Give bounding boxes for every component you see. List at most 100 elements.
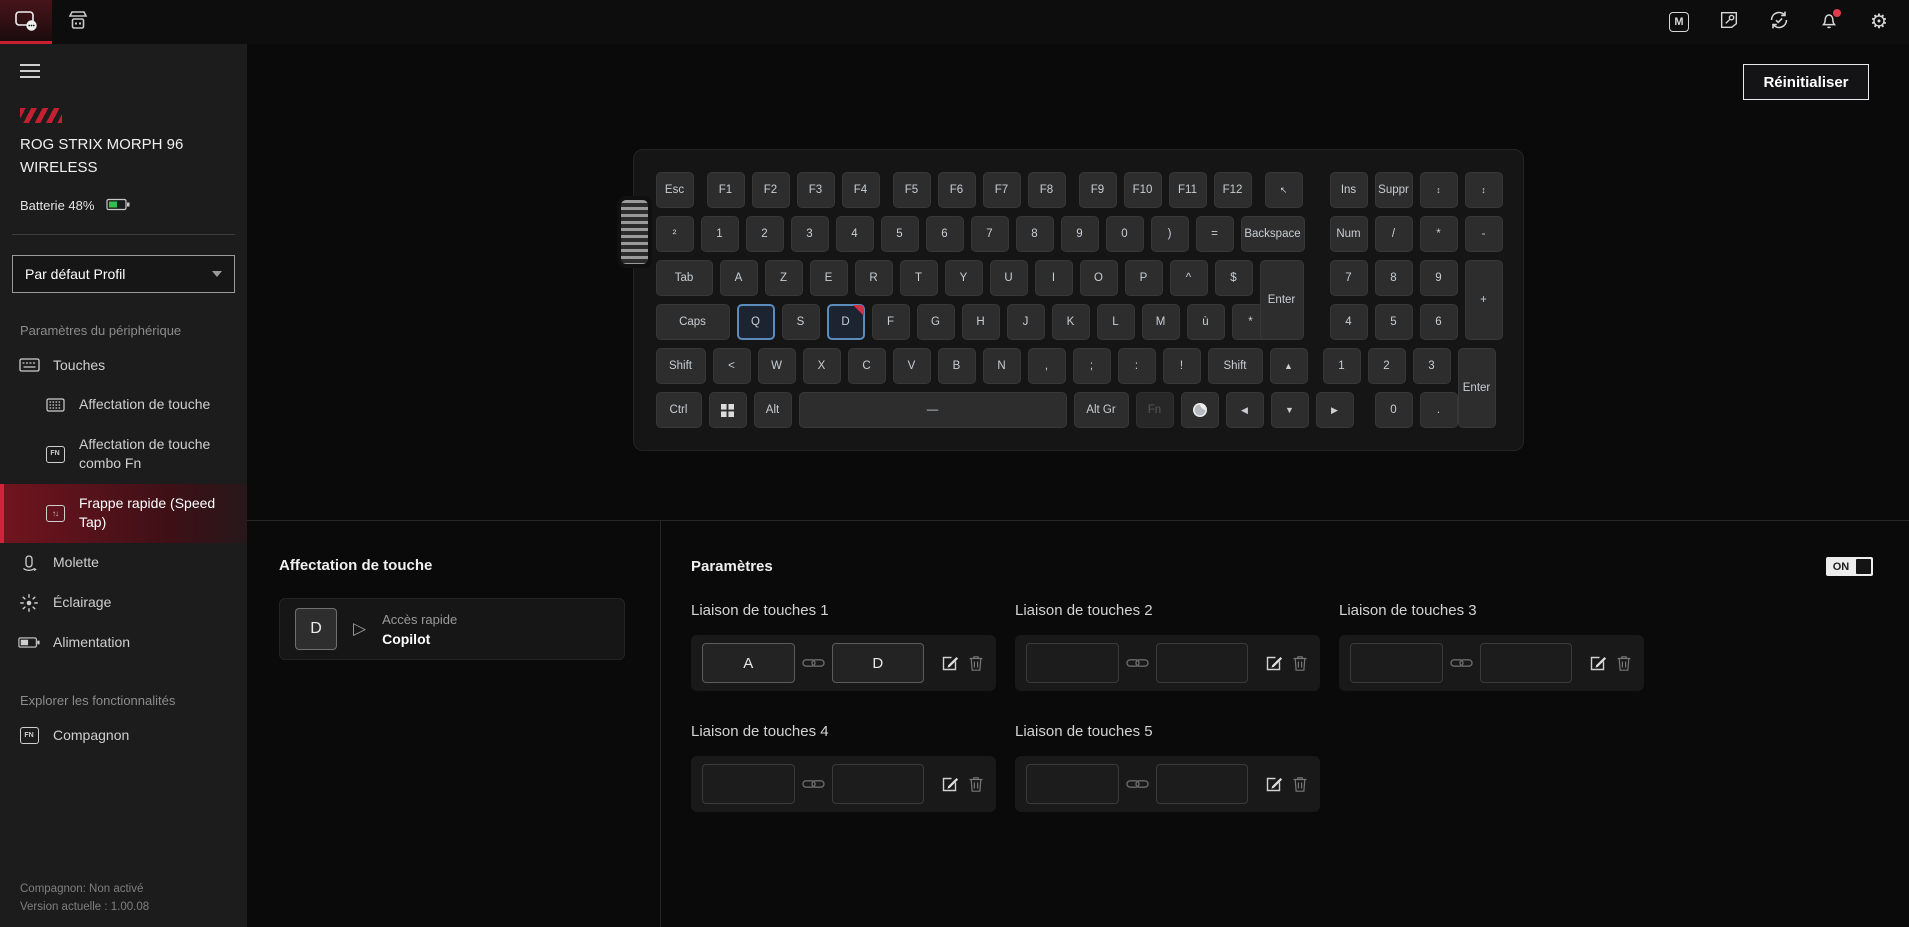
keyboard-key[interactable]: ù (1187, 304, 1225, 340)
key-5[interactable]: 5 (881, 216, 919, 252)
edit-icon[interactable] (1264, 653, 1284, 673)
key-8[interactable]: 8 (1375, 260, 1413, 296)
key-altgr[interactable]: Alt Gr (1074, 392, 1129, 428)
key-f2[interactable]: F2 (752, 172, 790, 208)
notifications-button[interactable] (1817, 10, 1841, 34)
sidebar-item-touches[interactable]: Touches (0, 346, 247, 386)
key-enter[interactable]: Enter (1260, 260, 1304, 340)
sidebar-item-molette[interactable]: Molette (0, 543, 247, 583)
tools-button[interactable] (1717, 10, 1741, 34)
key-h[interactable]: H (962, 304, 1000, 340)
key-7[interactable]: 7 (1330, 260, 1368, 296)
key-2[interactable]: 2 (1368, 348, 1406, 384)
key-8[interactable]: 8 (1016, 216, 1054, 252)
key-f1[interactable]: F1 (707, 172, 745, 208)
key-z[interactable]: Z (765, 260, 803, 296)
keyboard-key[interactable]: ! (1163, 348, 1201, 384)
binding-key-1[interactable] (1350, 643, 1443, 683)
keyboard-key[interactable]: ▼ (1271, 392, 1309, 428)
keyboard-key[interactable]: ▶ (1316, 392, 1354, 428)
keyboard-key[interactable]: ; (1073, 348, 1111, 384)
key-k[interactable]: K (1052, 304, 1090, 340)
keyboard-key[interactable]: ↕ (1465, 172, 1503, 208)
key-1[interactable]: 1 (1323, 348, 1361, 384)
key-s[interactable]: S (782, 304, 820, 340)
key-e[interactable]: E (810, 260, 848, 296)
key-4[interactable]: 4 (836, 216, 874, 252)
settings-button[interactable]: ⚙ (1867, 10, 1891, 34)
key-windows[interactable] (709, 392, 747, 428)
key-p[interactable]: P (1125, 260, 1163, 296)
key-0[interactable]: 0 (1106, 216, 1144, 252)
key-d[interactable]: D (827, 304, 865, 340)
delete-icon[interactable] (1291, 654, 1309, 672)
key-f9[interactable]: F9 (1079, 172, 1117, 208)
key-f5[interactable]: F5 (893, 172, 931, 208)
key-tab[interactable]: Tab (656, 260, 713, 296)
key-9[interactable]: 9 (1420, 260, 1458, 296)
key-0[interactable]: 0 (1375, 392, 1413, 428)
key-3[interactable]: 3 (791, 216, 829, 252)
delete-icon[interactable] (967, 775, 985, 793)
key-c[interactable]: C (848, 348, 886, 384)
volume-wheel[interactable] (621, 200, 648, 264)
key-m[interactable]: M (1142, 304, 1180, 340)
sidebar-item-affectation-combo-fn[interactable]: FN Affectation de touche combo Fn (0, 425, 247, 484)
key-f12[interactable]: F12 (1214, 172, 1252, 208)
key-g[interactable]: G (917, 304, 955, 340)
key-caps[interactable]: Caps (656, 304, 730, 340)
key-f7[interactable]: F7 (983, 172, 1021, 208)
key-f11[interactable]: F11 (1169, 172, 1207, 208)
binding-key-2[interactable] (832, 764, 925, 804)
keyboard-key[interactable]: . (1420, 392, 1458, 428)
keyboard-key[interactable]: , (1028, 348, 1066, 384)
keyboard-key[interactable]: ◀ (1226, 392, 1264, 428)
sidebar-item-frappe-rapide[interactable]: ↑↓ Frappe rapide (Speed Tap) (0, 484, 247, 543)
assigned-key[interactable]: D (295, 608, 337, 650)
edit-icon[interactable] (940, 653, 960, 673)
key-1[interactable]: 1 (701, 216, 739, 252)
key-5[interactable]: 5 (1375, 304, 1413, 340)
keyboard-key[interactable]: - (1465, 216, 1503, 252)
key-shift[interactable]: Shift (656, 348, 706, 384)
binding-key-1[interactable] (1026, 643, 1119, 683)
tab-keyboard-device[interactable] (0, 0, 52, 44)
hamburger-menu-icon[interactable] (20, 64, 40, 78)
key-alt[interactable]: Alt (754, 392, 792, 428)
key-o[interactable]: O (1080, 260, 1118, 296)
keyboard-key[interactable]: ^ (1170, 260, 1208, 296)
key-num[interactable]: Num (1330, 216, 1368, 252)
tab-add-device[interactable] (52, 0, 104, 44)
keyboard-key[interactable]: : (1118, 348, 1156, 384)
keyboard-key[interactable]: * (1420, 216, 1458, 252)
sidebar-item-compagnon[interactable]: FN Compagnon (0, 716, 247, 756)
key-fn[interactable]: Fn (1136, 392, 1174, 428)
key-f10[interactable]: F10 (1124, 172, 1162, 208)
binding-key-2[interactable] (1480, 643, 1573, 683)
key-shift[interactable]: Shift (1208, 348, 1263, 384)
keyboard-key[interactable]: = (1196, 216, 1234, 252)
keyboard-key[interactable]: ² (656, 216, 694, 252)
keyboard-key[interactable]: $ (1215, 260, 1253, 296)
key-f8[interactable]: F8 (1028, 172, 1066, 208)
delete-icon[interactable] (1615, 654, 1633, 672)
key-2[interactable]: 2 (746, 216, 784, 252)
aura-m-button[interactable]: M (1667, 10, 1691, 34)
keyboard-key[interactable]: / (1375, 216, 1413, 252)
edit-icon[interactable] (1588, 653, 1608, 673)
key-w[interactable]: W (758, 348, 796, 384)
key-u[interactable]: U (990, 260, 1028, 296)
sidebar-item-alimentation[interactable]: Alimentation (0, 623, 247, 663)
key-y[interactable]: Y (945, 260, 983, 296)
key-backspace[interactable]: Backspace (1241, 216, 1305, 252)
key-f[interactable]: F (872, 304, 910, 340)
key-3[interactable]: 3 (1413, 348, 1451, 384)
key-r[interactable]: R (855, 260, 893, 296)
key-b[interactable]: B (938, 348, 976, 384)
key-f6[interactable]: F6 (938, 172, 976, 208)
keyboard-key[interactable]: ) (1151, 216, 1189, 252)
delete-icon[interactable] (967, 654, 985, 672)
edit-icon[interactable] (940, 774, 960, 794)
binding-key-1[interactable] (702, 764, 795, 804)
key-ins[interactable]: Ins (1330, 172, 1368, 208)
